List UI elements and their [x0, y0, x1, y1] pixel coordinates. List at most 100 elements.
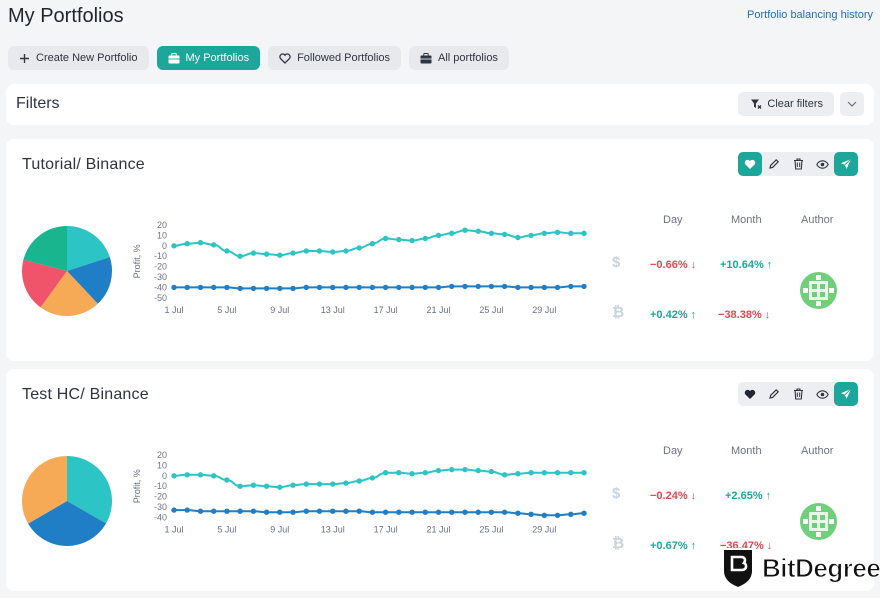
author-avatar[interactable]	[800, 503, 837, 540]
data-point	[475, 509, 481, 515]
edit-button[interactable]	[762, 152, 786, 176]
filter-clear-icon	[751, 99, 762, 109]
data-point	[330, 508, 336, 514]
x-tick-label: 5 Jul	[217, 524, 236, 534]
tab-followed-portfolios[interactable]: Followed Portfolios	[268, 46, 402, 70]
data-point	[356, 478, 362, 484]
data-point	[515, 284, 521, 291]
y-tick-label: 10	[157, 230, 167, 240]
data-point	[449, 466, 455, 473]
tab-my-portfolios[interactable]: My Portfolios	[156, 46, 261, 70]
x-tick-label: 13 Jul	[321, 305, 345, 315]
data-point	[237, 285, 243, 292]
data-point	[515, 510, 521, 516]
like-button[interactable]	[738, 382, 762, 406]
data-point	[171, 243, 177, 249]
y-tick-label: -40	[154, 512, 167, 522]
portfolio-balancing-history-link[interactable]: Portfolio balancing history	[747, 9, 873, 21]
data-point	[224, 284, 230, 291]
plus-icon	[20, 53, 29, 63]
y-tick-label: 0	[162, 471, 167, 481]
data-point	[184, 472, 190, 478]
view-button[interactable]	[810, 382, 834, 406]
data-point	[356, 284, 362, 291]
x-tick-label: 25 Jul	[479, 524, 503, 534]
briefcase-icon	[168, 52, 179, 63]
data-point	[197, 284, 204, 291]
portfolio-card: Tutorial/ Binance Profit, % 20 10 0 -10 -20 -3…	[6, 139, 874, 361]
data-point	[197, 472, 204, 478]
y-tick-label: -30	[154, 502, 167, 512]
usd-month-change: +10.64% ↑	[720, 259, 773, 271]
bitcoin-icon: ₿	[612, 304, 625, 321]
send-button[interactable]	[834, 152, 858, 176]
page-title: My Portfolios	[8, 5, 124, 27]
data-point	[515, 471, 521, 477]
portfolio-title: Tutorial/ Binance	[22, 156, 145, 173]
data-point	[290, 285, 296, 292]
send-button[interactable]	[834, 382, 858, 406]
y-tick-label: -50	[154, 293, 167, 303]
clear-filters-button[interactable]: Clear filters	[738, 92, 834, 116]
x-tick-label: 1 Jul	[164, 305, 183, 315]
collapse-filters-button[interactable]	[840, 92, 864, 116]
data-point	[369, 475, 376, 481]
bitdegree-watermark: BitDegree	[720, 546, 880, 590]
heart-icon	[279, 52, 291, 64]
usd-month-change: +2.65% ↑	[725, 490, 772, 502]
data-point	[211, 284, 217, 291]
data-point	[369, 241, 376, 247]
data-point	[462, 466, 468, 473]
tab-all-portfolios[interactable]: All portfolios	[409, 46, 509, 70]
data-point	[290, 509, 296, 515]
tab-label: Followed Portfolios	[297, 52, 391, 64]
edit-button[interactable]	[762, 382, 786, 406]
y-tick-label: -20	[154, 262, 167, 272]
tab-create-new-portfolio[interactable]: Create New Portfolio	[8, 46, 149, 70]
series-line	[173, 229, 584, 258]
data-point	[343, 248, 349, 254]
data-point	[237, 508, 243, 514]
data-point	[224, 477, 230, 483]
day-header: Day	[663, 445, 683, 457]
y-axis-label: Profit, %	[132, 469, 142, 503]
data-point	[382, 235, 389, 242]
data-point	[581, 470, 587, 476]
portfolio-tabs: Create New Portfolio My Portfolios Follo…	[8, 46, 509, 70]
y-tick-label: 20	[157, 450, 167, 460]
send-icon	[841, 388, 852, 399]
y-tick-label: -20	[154, 492, 167, 502]
delete-button[interactable]	[786, 382, 810, 406]
data-point	[369, 284, 376, 291]
data-point	[396, 236, 402, 243]
author-avatar[interactable]	[800, 272, 837, 309]
data-point	[263, 483, 270, 489]
data-point	[330, 284, 336, 291]
delete-button[interactable]	[786, 152, 810, 176]
usd-day-change: −0.24% ↓	[650, 490, 697, 502]
data-point	[581, 230, 587, 236]
series-line	[173, 468, 584, 489]
data-point	[488, 509, 495, 515]
like-button[interactable]	[738, 152, 762, 176]
view-button[interactable]	[810, 152, 834, 176]
y-tick-label: -10	[154, 251, 167, 261]
data-point	[435, 284, 442, 291]
data-point	[568, 511, 574, 517]
data-point	[277, 285, 283, 292]
data-point	[356, 508, 362, 514]
eye-icon	[815, 159, 829, 169]
data-point	[396, 509, 402, 515]
portfolio-actions	[738, 382, 858, 406]
data-point	[250, 508, 257, 514]
data-point	[396, 284, 402, 291]
data-point	[554, 229, 561, 235]
data-point	[316, 508, 323, 514]
data-point	[449, 283, 455, 290]
data-point	[541, 470, 547, 476]
data-point	[356, 245, 362, 251]
data-point	[184, 284, 190, 291]
data-point	[316, 284, 323, 291]
x-tick-label: 9 Jul	[270, 524, 289, 534]
data-point	[277, 509, 283, 515]
